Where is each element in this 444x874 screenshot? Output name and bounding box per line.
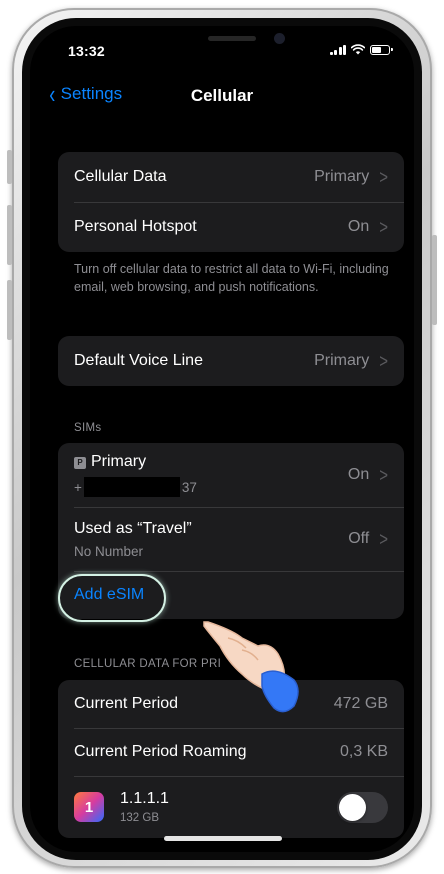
chevron-right-icon: > [379,527,388,551]
row-label: Cellular Data [74,168,167,185]
cellular-settings-group: Cellular Data Primary > Personal Hotspot… [58,152,404,252]
sim-badge-icon: P [74,456,86,469]
sim-primary-row[interactable]: P Primary +37 On > [58,443,404,507]
row-value: Off [348,530,370,547]
sim-label: Primary [91,453,147,470]
cellular-data-row[interactable]: Cellular Data Primary > [58,152,404,202]
home-indicator [164,836,282,841]
sims-section-header: SIMs [74,422,102,434]
row-value: Primary [314,168,370,185]
battery-icon [370,44,393,55]
redacted-number [83,477,180,497]
voice-line-group: Default Voice Line Primary > [58,336,404,386]
app-data-row: 1 1.1.1.1 132 GB [58,776,404,838]
wifi-icon [351,44,365,55]
sim-travel-row[interactable]: Used as “Travel” No Number Off > [58,507,404,571]
chevron-right-icon: > [379,349,388,373]
chevron-right-icon: > [379,215,388,239]
navigation-bar: ‹ Settings Cellular [30,80,414,114]
sim-label: Used as “Travel” [74,519,192,537]
phone-screen: 13:32 ‹ Settings Cellular Cellular Data … [30,26,414,852]
row-value: 472 GB [333,695,388,712]
highlight-ring [58,574,166,622]
power-button [432,235,437,325]
chevron-right-icon: > [379,463,388,487]
toggle-knob [339,793,366,821]
speaker-grille [208,36,256,41]
silent-switch [7,150,12,184]
app-cellular-toggle[interactable] [337,791,388,823]
sim-subtitle: No Number [74,543,144,559]
app-name: 1.1.1.1 [120,790,169,807]
row-value: On [347,466,370,483]
volume-up-button [7,205,12,265]
app-usage: 132 GB [120,812,159,824]
row-label: Current Period Roaming [74,743,247,760]
row-label: Default Voice Line [74,352,203,369]
pointing-hand-icon [203,621,299,713]
status-icons [329,44,393,55]
front-camera [274,33,285,44]
row-value: On [347,218,370,235]
current-period-roaming-row: Current Period Roaming 0,3 KB [58,728,404,776]
cellular-data-footnote: Turn off cellular data to restrict all d… [74,262,389,294]
row-value: 0,3 KB [339,743,388,760]
sim-number: +37 [74,477,348,497]
cellular-signal-icon [329,44,346,55]
status-time: 13:32 [68,43,105,59]
row-label: Personal Hotspot [74,218,197,235]
personal-hotspot-row[interactable]: Personal Hotspot On > [58,202,404,252]
chevron-right-icon: > [379,165,388,189]
row-value: Primary [314,352,370,369]
volume-down-button [7,280,12,340]
default-voice-line-row[interactable]: Default Voice Line Primary > [58,336,404,386]
app-1111-icon: 1 [74,792,104,822]
page-title: Cellular [190,86,254,105]
notch [130,26,314,58]
